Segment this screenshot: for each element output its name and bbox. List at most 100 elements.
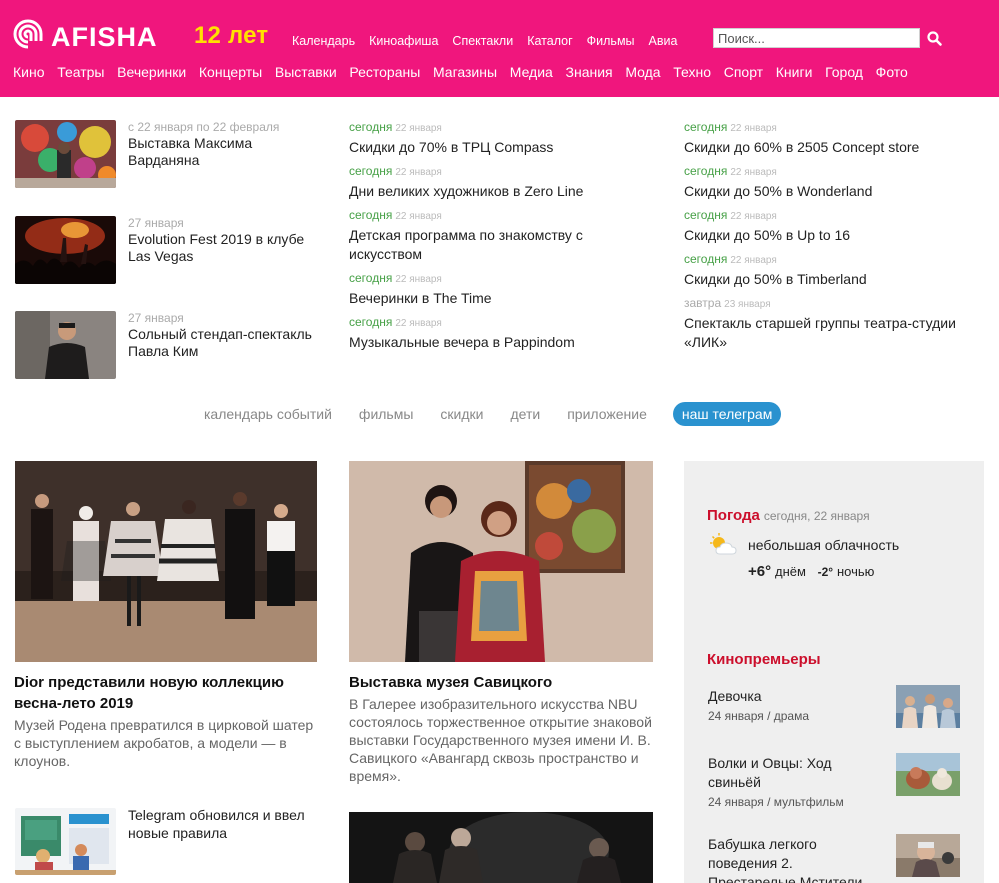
nav-photo[interactable]: Фото: [876, 64, 908, 80]
promo-title[interactable]: Дни великих художников в Zero Line: [349, 182, 649, 201]
promo-title[interactable]: Детская программа по знакомству с искусс…: [349, 226, 609, 264]
article-description: В Галерее изобразительного искусства NBU…: [349, 696, 652, 784]
promo-day: 22 января: [395, 167, 442, 178]
promo-list-right: сегодня 22 января Скидки до 60% в 2505 Co…: [684, 120, 984, 360]
movie-thumbnail[interactable]: [896, 753, 960, 796]
top-link-catalog[interactable]: Каталог: [527, 34, 572, 48]
pill-kids[interactable]: дети: [510, 406, 540, 422]
pill-events-calendar[interactable]: календарь событий: [204, 406, 332, 422]
anniversary-badge: 12 лет: [194, 22, 269, 49]
weather-widget: Погода сегодня, 22 января: [707, 507, 870, 524]
article-title[interactable]: Telegram обновился и ввел новые правила: [128, 806, 328, 842]
weather-date: сегодня, 22 января: [763, 509, 870, 523]
nav-theatres[interactable]: Театры: [57, 64, 104, 80]
promo-when: сегодня: [349, 208, 393, 222]
promo-day: 23 января: [724, 299, 771, 310]
weather-heading: Погода: [707, 507, 760, 524]
weather-temps: +6° днём -2° ночью: [748, 563, 874, 580]
article-title[interactable]: Выставка музея Савицкого: [349, 672, 649, 693]
quick-links: календарь событий фильмы скидки дети при…: [204, 402, 808, 426]
nav-knowledge[interactable]: Знания: [566, 64, 613, 80]
article-title[interactable]: Dior представили новую коллекцию весна-л…: [14, 672, 314, 714]
pill-telegram[interactable]: наш телеграм: [672, 402, 782, 426]
promo-title[interactable]: Скидки до 50% в Timberland: [684, 270, 984, 289]
event-thumbnail[interactable]: [15, 311, 116, 379]
nav-restaurants[interactable]: Рестораны: [349, 64, 420, 80]
movie-thumbnail[interactable]: [896, 834, 960, 877]
promo-title[interactable]: Скидки до 50% в Wonderland: [684, 182, 984, 201]
event-thumbnail[interactable]: [15, 216, 116, 284]
event-date: 27 января: [128, 216, 184, 230]
promo-item[interactable]: сегодня 22 января Детская программа по зн…: [349, 208, 609, 264]
top-link-kinoafisha[interactable]: Киноафиша: [369, 34, 438, 48]
nav-shops[interactable]: Магазины: [433, 64, 497, 80]
movie-item[interactable]: Бабушка легкого поведения 2. Престарелые…: [708, 834, 968, 883]
promo-day: 22 января: [395, 318, 442, 329]
promo-title[interactable]: Вечеринки в The Time: [349, 289, 649, 308]
promo-title[interactable]: Спектакль старшей группы театра-студии «…: [684, 314, 974, 352]
nav-tech[interactable]: Техно: [673, 64, 711, 80]
top-link-films[interactable]: Фильмы: [587, 34, 635, 48]
promo-title[interactable]: Музыкальные вечера в Pappindom: [349, 333, 649, 352]
promo-day: 22 января: [730, 123, 777, 134]
nav-kino[interactable]: Кино: [13, 64, 45, 80]
promo-title[interactable]: Скидки до 70% в ТРЦ Compass: [349, 138, 649, 157]
top-link-calendar[interactable]: Календарь: [292, 34, 355, 48]
sidebar: Погода сегодня, 22 января небольшая облач…: [684, 461, 984, 883]
promo-item[interactable]: сегодня 22 января Скидки до 70% в ТРЦ Com…: [349, 120, 649, 157]
promo-title[interactable]: Скидки до 50% в Up to 16: [684, 226, 984, 245]
promo-when: сегодня: [349, 120, 393, 134]
nav-city[interactable]: Город: [825, 64, 863, 80]
promo-when: сегодня: [349, 164, 393, 178]
promo-day: 22 января: [395, 123, 442, 134]
premieres-heading: Кинопремьеры: [707, 651, 821, 668]
movie-title[interactable]: Девочка: [708, 687, 878, 706]
promo-item[interactable]: сегодня 22 января Скидки до 60% в 2505 Co…: [684, 120, 984, 157]
nav-media[interactable]: Медиа: [510, 64, 553, 80]
promo-when: завтра: [684, 296, 722, 310]
nav-books[interactable]: Книги: [776, 64, 813, 80]
article-image-gallery[interactable]: [349, 461, 653, 662]
promo-item[interactable]: сегодня 22 января Скидки до 50% в Timberl…: [684, 252, 984, 289]
partly-cloudy-icon: [708, 533, 740, 557]
afisha-logo-mark: AFISHA: [13, 19, 157, 52]
article-image-fashion[interactable]: [15, 461, 317, 662]
movie-title[interactable]: Волки и Овцы: Ход свиньёй: [708, 754, 878, 792]
article-image-telegram[interactable]: [15, 808, 116, 875]
promo-item[interactable]: сегодня 22 января Музыкальные вечера в Pa…: [349, 315, 649, 352]
nav-fashion[interactable]: Мода: [625, 64, 660, 80]
afisha-logo[interactable]: AFISHA: [11, 18, 179, 52]
promo-item[interactable]: сегодня 22 января Вечеринки в The Time: [349, 271, 649, 308]
nav-concerts[interactable]: Концерты: [199, 64, 262, 80]
nav-parties[interactable]: Вечеринки: [117, 64, 186, 80]
search-input[interactable]: [713, 28, 920, 48]
search-icon[interactable]: [926, 28, 944, 48]
movie-item[interactable]: Девочка 24 января / драма: [708, 685, 968, 728]
top-link-spectacles[interactable]: Спектакли: [452, 34, 513, 48]
night-label: ночью: [836, 564, 875, 579]
event-title[interactable]: Сольный стендап-спектакль Павла Ким: [128, 326, 318, 360]
article-image-theatre[interactable]: [349, 812, 653, 883]
promo-item[interactable]: сегодня 22 января Скидки до 50% в Wonderl…: [684, 164, 984, 201]
top-links: Календарь Киноафиша Спектакли Каталог Фи…: [292, 34, 691, 48]
promo-title[interactable]: Скидки до 60% в 2505 Concept store: [684, 138, 984, 157]
movie-thumbnail[interactable]: [896, 685, 960, 728]
promo-item[interactable]: завтра 23 января Спектакль старшей группы…: [684, 296, 974, 352]
promo-when: сегодня: [349, 315, 393, 329]
movie-title[interactable]: Бабушка легкого поведения 2. Престарелые…: [708, 835, 878, 883]
nav-sport[interactable]: Спорт: [724, 64, 763, 80]
event-thumbnail[interactable]: [15, 120, 116, 188]
promo-item[interactable]: сегодня 22 января Скидки до 50% в Up to 1…: [684, 208, 984, 245]
nav-exhibitions[interactable]: Выставки: [275, 64, 337, 80]
pill-app[interactable]: приложение: [567, 406, 647, 422]
promo-item[interactable]: сегодня 22 января Дни великих художников …: [349, 164, 649, 201]
top-link-avia[interactable]: Авиа: [649, 34, 678, 48]
pill-discounts[interactable]: скидки: [440, 406, 483, 422]
site-header: AFISHA 12 лет Календарь Киноафиша Спекта…: [0, 0, 999, 97]
pill-films[interactable]: фильмы: [359, 406, 414, 422]
promo-day: 22 января: [730, 211, 777, 222]
event-title[interactable]: Evolution Fest 2019 в клубе Las Vegas: [128, 231, 318, 265]
movie-item[interactable]: Волки и Овцы: Ход свиньёй 24 января / му…: [708, 753, 968, 809]
event-title[interactable]: Выставка Максима Варданяна: [128, 135, 318, 169]
promo-when: сегодня: [684, 164, 728, 178]
